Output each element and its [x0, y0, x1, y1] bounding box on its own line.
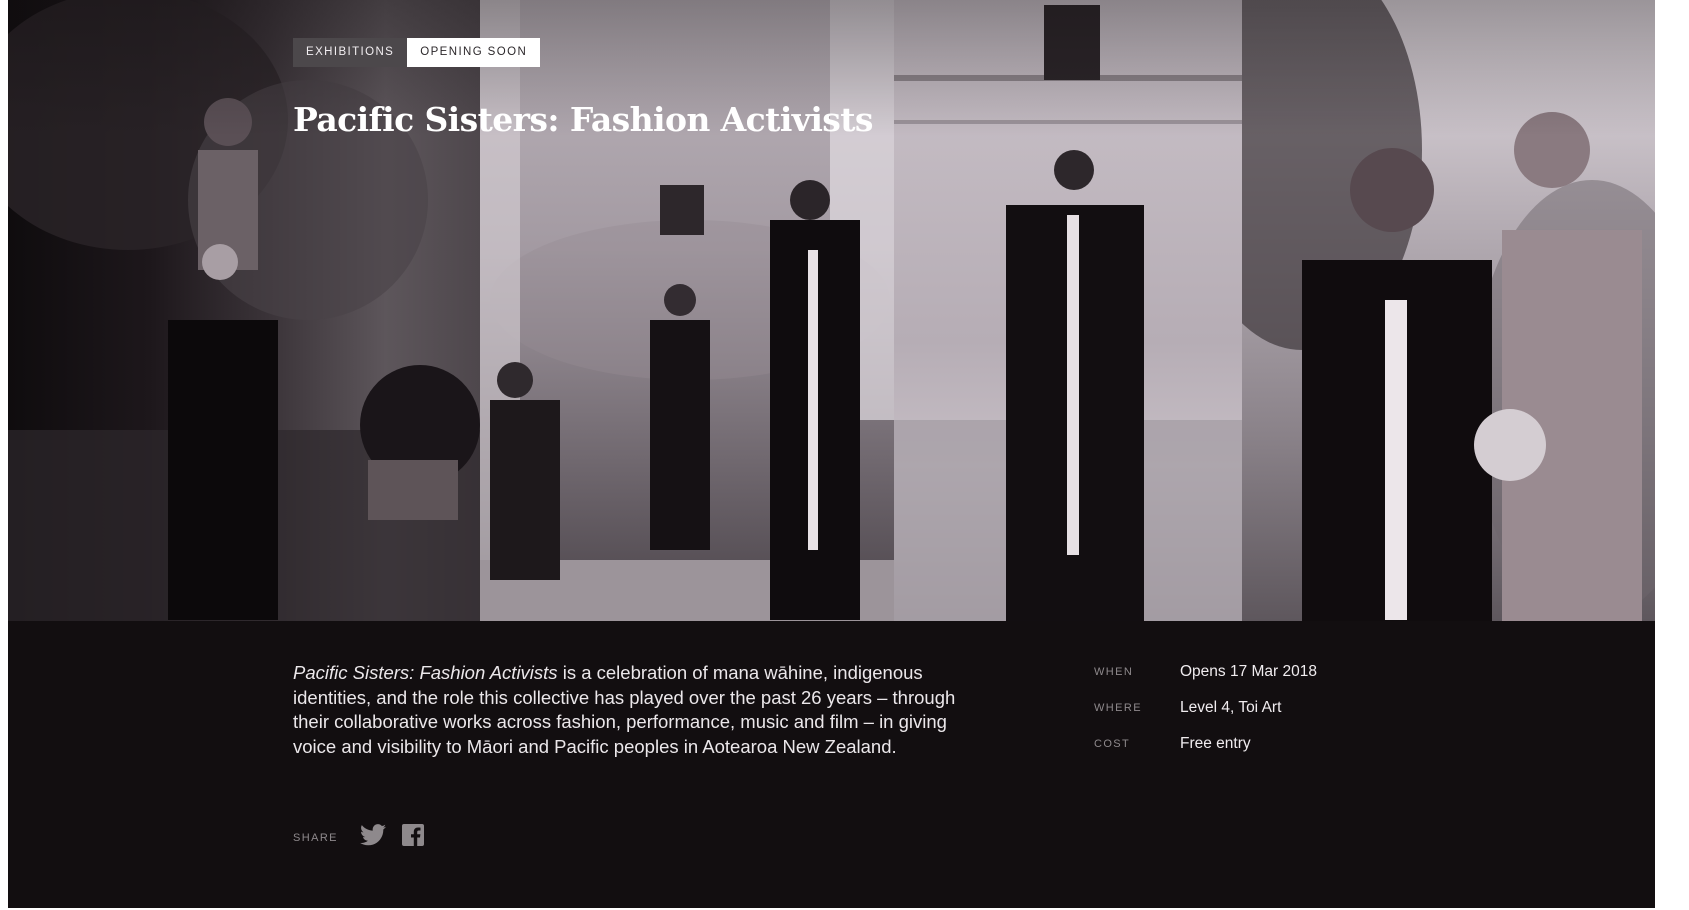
exhibition-details: When Opens 17 Mar 2018 Where Level 4, To…: [1094, 654, 1494, 762]
detail-value-cost: Free entry: [1180, 735, 1251, 752]
detail-label-where: Where: [1094, 702, 1142, 714]
category-tag[interactable]: Exhibitions: [293, 38, 408, 67]
hero-overlay: [8, 0, 1655, 621]
detail-value-when: Opens 17 Mar 2018: [1180, 663, 1318, 680]
detail-label-when: When: [1094, 666, 1134, 678]
detail-value-where: Level 4, Toi Art: [1180, 699, 1282, 716]
detail-row-where: Where Level 4, Toi Art: [1094, 690, 1494, 726]
twitter-icon[interactable]: [359, 824, 386, 851]
facebook-icon[interactable]: [401, 824, 424, 851]
page-title: Pacific Sisters: Fashion Activists: [293, 100, 873, 139]
share-bar: Share: [293, 824, 440, 851]
tag-group: Exhibitions Opening soon: [293, 38, 541, 67]
share-label: Share: [293, 831, 338, 844]
detail-row-cost: Cost Free entry: [1094, 726, 1494, 762]
description-title: Pacific Sisters: Fashion Activists: [293, 662, 558, 683]
status-badge: Opening soon: [407, 38, 541, 67]
hero-image-collage: Exhibitions Opening soon Pacific Sisters…: [8, 0, 1655, 621]
exhibition-page: Exhibitions Opening soon Pacific Sisters…: [8, 0, 1655, 908]
detail-label-cost: Cost: [1094, 738, 1131, 750]
exhibition-description: Pacific Sisters: Fashion Activists is a …: [293, 661, 983, 760]
detail-row-when: When Opens 17 Mar 2018: [1094, 654, 1494, 690]
